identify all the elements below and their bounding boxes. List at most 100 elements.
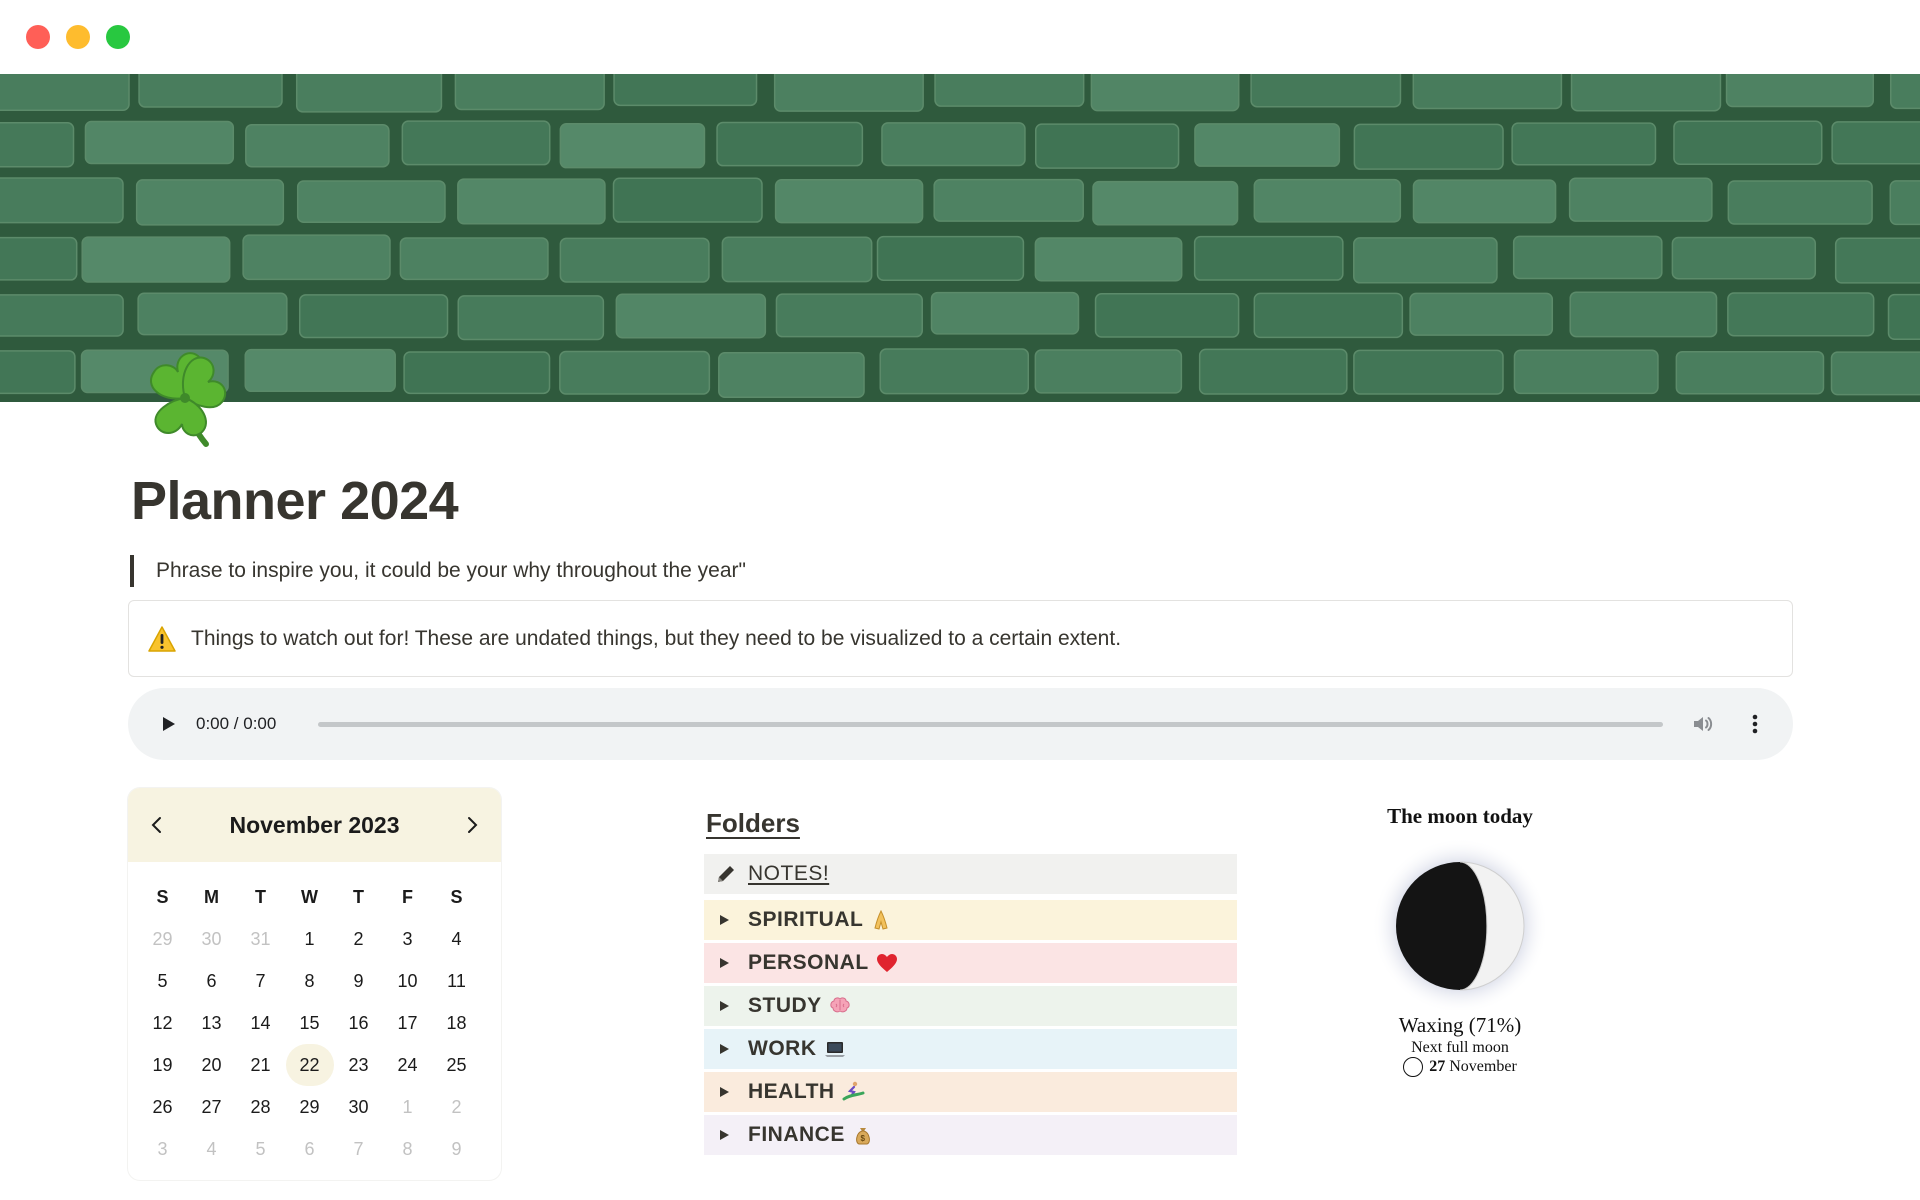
brick [1409, 292, 1554, 336]
brick [1889, 74, 1920, 110]
toggle-triangle-icon[interactable] [718, 957, 730, 969]
brick [0, 350, 76, 395]
chevron-left-icon[interactable] [146, 814, 168, 836]
folders-heading[interactable]: Folders [706, 808, 800, 839]
inspiration-quote[interactable]: Phrase to inspire you, it could be your … [130, 555, 746, 587]
play-icon[interactable] [158, 714, 178, 734]
brick [1569, 291, 1718, 338]
cover-image[interactable] [0, 74, 1920, 402]
calendar-day-number: 30 [348, 1097, 369, 1117]
folder-spiritual[interactable]: SPIRITUAL [704, 900, 1237, 940]
warning-callout[interactable]: Things to watch out for! These are undat… [128, 600, 1793, 677]
calendar-day[interactable]: 29 [285, 1086, 334, 1128]
calendar-day[interactable]: 5 [236, 1128, 285, 1170]
brick [615, 293, 767, 339]
calendar-day-number: 19 [152, 1055, 173, 1075]
calendar-day[interactable]: 30 [187, 918, 236, 960]
calendar-day[interactable]: 2 [432, 1086, 481, 1128]
folder-work[interactable]: WORK [704, 1029, 1237, 1069]
calendar-day[interactable]: 9 [432, 1128, 481, 1170]
calendar-day[interactable]: 10 [383, 960, 432, 1002]
folder-personal[interactable]: PERSONAL [704, 943, 1237, 983]
calendar-day[interactable]: 11 [432, 960, 481, 1002]
calendar-day[interactable]: 29 [138, 918, 187, 960]
calendar-day[interactable]: 4 [432, 918, 481, 960]
brick [559, 350, 711, 395]
calendar-day[interactable]: 17 [383, 1002, 432, 1044]
toggle-triangle-icon[interactable] [718, 1043, 730, 1055]
calendar-day[interactable]: 20 [187, 1044, 236, 1086]
calendar-day[interactable]: 5 [138, 960, 187, 1002]
calendar-day[interactable]: 8 [285, 960, 334, 1002]
calendar-day[interactable]: 13 [187, 1002, 236, 1044]
calendar-day[interactable]: 1 [383, 1086, 432, 1128]
toggle-triangle-icon[interactable] [718, 1086, 730, 1098]
calendar-day-number: 18 [446, 1013, 467, 1033]
next-full-moon-label: Next full moon [1411, 1039, 1509, 1056]
folder-notes[interactable]: NOTES! [704, 854, 1237, 894]
volume-icon[interactable] [1691, 712, 1715, 736]
chevron-right-icon[interactable] [461, 814, 483, 836]
calendar-day[interactable]: 3 [383, 918, 432, 960]
calendar-day[interactable]: 4 [187, 1128, 236, 1170]
calendar-day-number: 2 [353, 929, 364, 949]
calendar-day[interactable]: 16 [334, 1002, 383, 1044]
folder-finance[interactable]: FINANCE $ [704, 1115, 1237, 1155]
folder-label: FINANCE [748, 1123, 845, 1146]
brick [613, 74, 758, 107]
calendar-day-number: 6 [206, 971, 217, 991]
calendar-month-label: November 2023 [229, 811, 400, 838]
brick [1353, 349, 1504, 395]
calendar-day[interactable]: 8 [383, 1128, 432, 1170]
minimize-window-button[interactable] [66, 25, 90, 49]
calendar-day[interactable]: 23 [334, 1044, 383, 1086]
calendar-day[interactable]: 19 [138, 1044, 187, 1086]
folder-health[interactable]: HEALTH [704, 1072, 1237, 1112]
calendar-day[interactable]: 26 [138, 1086, 187, 1128]
folder-study[interactable]: STUDY [704, 986, 1237, 1026]
calendar-day[interactable]: 9 [334, 960, 383, 1002]
more-options-icon[interactable] [1745, 712, 1765, 736]
calendar-day[interactable]: 24 [383, 1044, 432, 1086]
calendar-day[interactable]: 14 [236, 1002, 285, 1044]
audio-progress-track[interactable] [318, 721, 1663, 727]
calendar-day[interactable]: 12 [138, 1002, 187, 1044]
calendar-day-number: 5 [255, 1139, 266, 1159]
moon-phase-icon [1372, 840, 1548, 1010]
folder-label: SPIRITUAL [748, 908, 864, 931]
brick [721, 236, 873, 283]
calendar-day[interactable]: 30 [334, 1086, 383, 1128]
brick [933, 178, 1084, 222]
zoom-window-button[interactable] [106, 25, 130, 49]
calendar-day[interactable]: 22 [285, 1044, 334, 1086]
toggle-triangle-icon[interactable] [718, 1129, 730, 1141]
svg-text:$: $ [860, 1134, 865, 1143]
calendar-day[interactable]: 25 [432, 1044, 481, 1086]
moon-phase-label: Waxing (71%) [1398, 1013, 1522, 1037]
calendar-day[interactable]: 6 [187, 960, 236, 1002]
brick [81, 236, 231, 283]
brick [0, 177, 124, 224]
page-title[interactable]: Planner 2024 [131, 468, 459, 534]
weekday-header: M [204, 887, 219, 907]
calendar-day[interactable]: 21 [236, 1044, 285, 1086]
calendar-day[interactable]: 18 [432, 1002, 481, 1044]
calendar-day[interactable]: 7 [236, 960, 285, 1002]
calendar-day[interactable]: 27 [187, 1086, 236, 1128]
calendar-day[interactable]: 7 [334, 1128, 383, 1170]
calendar-day[interactable]: 31 [236, 918, 285, 960]
toggle-triangle-icon[interactable] [718, 1000, 730, 1012]
brick [1035, 123, 1180, 169]
calendar-day[interactable]: 28 [236, 1086, 285, 1128]
brick [1034, 237, 1183, 282]
close-window-button[interactable] [26, 25, 50, 49]
shamrock-icon[interactable] [130, 340, 240, 450]
calendar-day[interactable]: 15 [285, 1002, 334, 1044]
toggle-triangle-icon[interactable] [718, 914, 730, 926]
calendar-day[interactable]: 2 [334, 918, 383, 960]
brick [399, 237, 549, 281]
calendar-day[interactable]: 3 [138, 1128, 187, 1170]
calendar-day-number: 4 [451, 929, 462, 949]
calendar-day[interactable]: 6 [285, 1128, 334, 1170]
calendar-day[interactable]: 1 [285, 918, 334, 960]
